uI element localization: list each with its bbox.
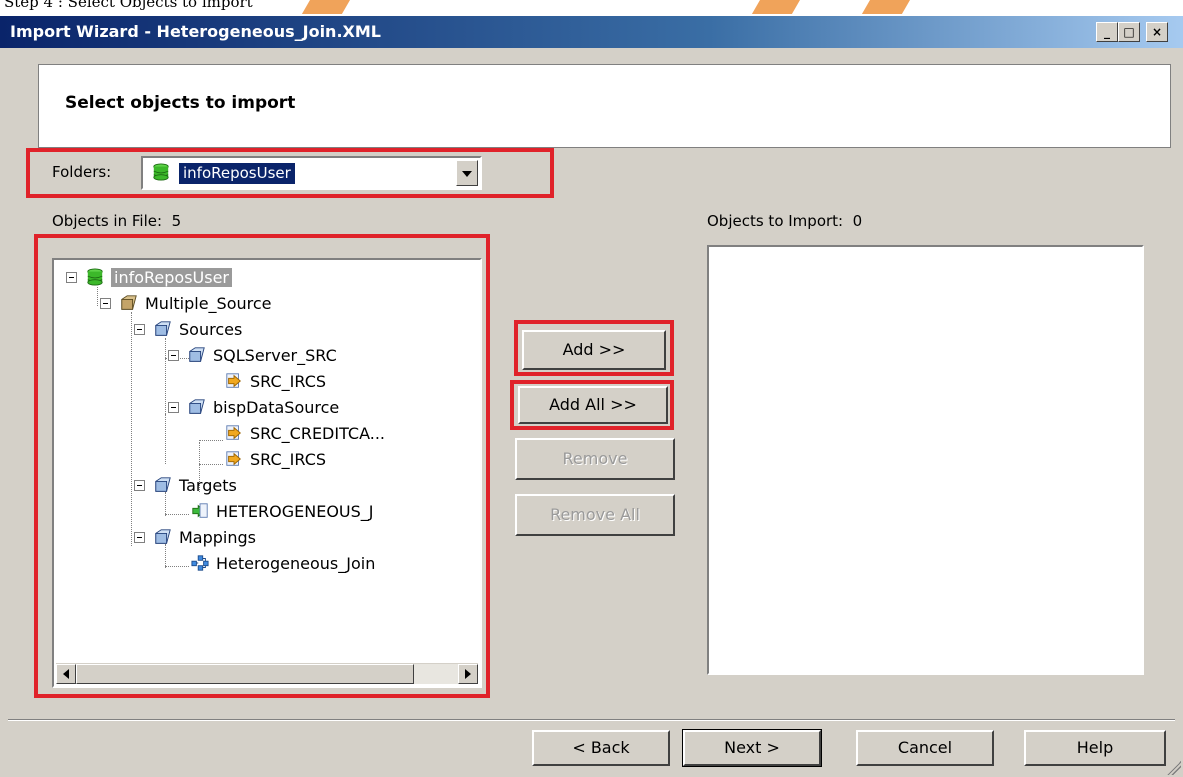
database-icon bbox=[87, 268, 103, 286]
tree-node-label: Sources bbox=[179, 319, 243, 339]
remove-button[interactable]: Remove bbox=[515, 438, 675, 480]
remove-all-button[interactable]: Remove All bbox=[515, 494, 675, 536]
collapse-icon[interactable] bbox=[168, 349, 179, 361]
add-all-button[interactable]: Add All >> bbox=[518, 386, 668, 424]
folder-icon bbox=[155, 321, 171, 336]
import-wizard-window: Import Wizard - Heterogeneous_Join.XML _… bbox=[0, 16, 1183, 777]
source-icon bbox=[226, 451, 241, 466]
page-title: Select objects to import bbox=[65, 93, 296, 113]
tree-node-label: Multiple_Source bbox=[145, 293, 272, 313]
target-icon bbox=[192, 503, 208, 518]
tree-node-bispdatasource[interactable]: bispDataSource bbox=[168, 396, 339, 418]
folder-icon bbox=[155, 529, 171, 544]
tree-node-label: Mappings bbox=[179, 527, 256, 547]
decorative-stripe bbox=[301, 0, 359, 14]
tree-node-label: bispDataSource bbox=[213, 397, 340, 417]
tree-node-label: SRC_IRCS bbox=[250, 449, 327, 469]
tree-node-src-ircs[interactable]: SRC_IRCS bbox=[224, 370, 326, 392]
folder-icon bbox=[121, 295, 137, 310]
tree-node-label: Heterogeneous_Join bbox=[216, 553, 376, 573]
maximize-icon: □ bbox=[1123, 25, 1135, 39]
folder-icon bbox=[189, 347, 205, 362]
chevron-down-icon[interactable] bbox=[456, 160, 478, 186]
collapse-icon[interactable] bbox=[134, 479, 145, 491]
objects-in-file-count: 5 bbox=[171, 212, 182, 230]
horizontal-scrollbar[interactable] bbox=[56, 663, 478, 684]
collapse-icon[interactable] bbox=[66, 271, 77, 283]
divider bbox=[8, 719, 1175, 721]
folder-icon bbox=[189, 399, 205, 414]
mapping-icon bbox=[191, 555, 209, 571]
tree-node-label: SQLServer_SRC bbox=[213, 345, 337, 365]
tree-node-src-ircs-2[interactable]: SRC_IRCS bbox=[224, 448, 326, 470]
folder-icon bbox=[155, 477, 171, 492]
tree-node-root[interactable]: infoReposUser bbox=[66, 266, 232, 288]
add-button[interactable]: Add >> bbox=[522, 330, 666, 370]
objects-to-import-list[interactable] bbox=[707, 245, 1144, 675]
tree-node-targets[interactable]: Targets bbox=[134, 474, 237, 496]
minimize-button[interactable]: _ bbox=[1096, 22, 1118, 42]
maximize-button[interactable]: □ bbox=[1118, 22, 1140, 42]
decorative-stripe bbox=[861, 0, 919, 14]
help-button[interactable]: Help bbox=[1024, 730, 1166, 766]
tree-node-label: HETEROGENEOUS_J bbox=[216, 501, 374, 521]
objects-to-import-label: Objects to Import: 0 bbox=[707, 212, 863, 230]
database-icon bbox=[153, 163, 169, 181]
wizard-header: Select objects to import bbox=[38, 64, 1171, 148]
tree-node-mappings[interactable]: Mappings bbox=[134, 526, 256, 548]
source-icon bbox=[226, 425, 241, 440]
tree-node-label: infoReposUser bbox=[111, 267, 232, 287]
objects-tree[interactable]: infoReposUser Multiple_Source Sources SQ… bbox=[52, 258, 482, 688]
document-background-strip: Step 4 : Select Objects to import bbox=[0, 0, 1183, 16]
decorative-stripe bbox=[751, 0, 809, 14]
tree-node-heterogeneous-join[interactable]: Heterogeneous_Join bbox=[190, 552, 375, 574]
title-bar[interactable]: Import Wizard - Heterogeneous_Join.XML _… bbox=[0, 16, 1183, 48]
back-button[interactable]: < Back bbox=[532, 730, 670, 766]
tree-node-heterogeneous-target[interactable]: HETEROGENEOUS_J bbox=[190, 500, 374, 522]
cancel-button[interactable]: Cancel bbox=[856, 730, 994, 766]
tree-node-label: Targets bbox=[179, 475, 237, 495]
next-button[interactable]: Next > bbox=[682, 729, 822, 767]
scroll-right-icon[interactable] bbox=[458, 664, 478, 684]
minimize-icon: _ bbox=[1104, 25, 1110, 39]
tree-node-label: SRC_CREDITCA... bbox=[250, 423, 386, 443]
resize-grip-icon[interactable] bbox=[1167, 761, 1181, 775]
objects-to-import-count: 0 bbox=[852, 212, 863, 230]
folders-dropdown[interactable]: infoReposUser bbox=[141, 156, 482, 190]
collapse-icon[interactable] bbox=[168, 401, 179, 413]
objects-in-file-label: Objects in File: 5 bbox=[52, 212, 182, 230]
scrollbar-thumb[interactable] bbox=[76, 664, 414, 684]
document-caption: Step 4 : Select Objects to import bbox=[4, 0, 253, 11]
close-icon: × bbox=[1151, 25, 1163, 39]
tree-node-sources[interactable]: Sources bbox=[134, 318, 242, 340]
tree-node-multiple-source[interactable]: Multiple_Source bbox=[100, 292, 272, 314]
tree-node-src-creditca[interactable]: SRC_CREDITCA... bbox=[224, 422, 385, 444]
collapse-icon[interactable] bbox=[100, 297, 111, 309]
scroll-left-icon[interactable] bbox=[56, 664, 76, 684]
collapse-icon[interactable] bbox=[134, 531, 145, 543]
close-button[interactable]: × bbox=[1146, 22, 1168, 42]
tree-node-label: SRC_IRCS bbox=[250, 371, 327, 391]
window-title: Import Wizard - Heterogeneous_Join.XML bbox=[10, 22, 381, 41]
folders-label: Folders: bbox=[52, 163, 112, 181]
tree-node-sqlserver-src[interactable]: SQLServer_SRC bbox=[168, 344, 337, 366]
collapse-icon[interactable] bbox=[134, 323, 145, 335]
source-icon bbox=[226, 373, 241, 388]
folders-selected-value: infoReposUser bbox=[179, 163, 295, 184]
